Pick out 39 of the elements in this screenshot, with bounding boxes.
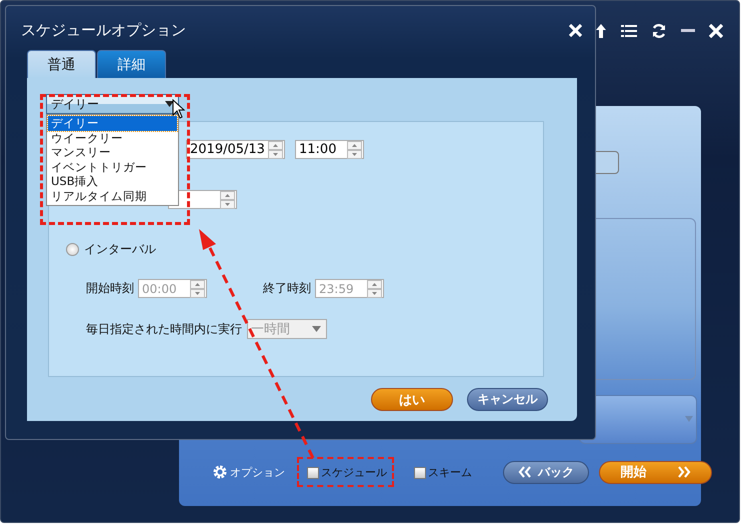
dropdown-option[interactable]: イベントトリガー xyxy=(48,160,177,174)
dropdown-arrow-icon xyxy=(312,326,321,332)
cancel-button[interactable]: キャンセル xyxy=(467,388,548,411)
radio-button[interactable] xyxy=(66,243,79,256)
chevron-left-icon xyxy=(518,466,532,478)
dropdown-option[interactable]: マンスリー xyxy=(48,145,177,160)
checkbox[interactable] xyxy=(307,466,319,478)
refresh-icon[interactable] xyxy=(651,23,667,39)
field-label: 終了時刻 xyxy=(263,280,311,297)
time-field[interactable]: 11:00 xyxy=(295,140,364,159)
dialog-title: スケジュールオプション xyxy=(21,20,186,40)
field-label: 毎日指定された時間内に実行 xyxy=(86,320,242,338)
checkbox-label: スケジュール xyxy=(321,465,387,480)
date-field[interactable]: 2019/05/13 xyxy=(186,140,285,159)
checkbox-label: スキーム xyxy=(428,465,472,480)
radio-label: インターバル xyxy=(84,241,156,258)
close-icon[interactable] xyxy=(709,24,723,38)
upload-icon[interactable] xyxy=(595,23,607,39)
dropdown-arrow-icon xyxy=(165,101,174,107)
time-field[interactable]: 23:59 xyxy=(315,279,384,298)
tab[interactable]: 詳細 xyxy=(97,50,166,78)
dropdown-option[interactable]: ウイークリー xyxy=(48,130,177,145)
close-icon[interactable] xyxy=(569,24,582,36)
dropdown-option[interactable]: デイリー xyxy=(48,116,177,130)
back-button[interactable]: バック xyxy=(503,460,589,484)
dropdown-option[interactable]: リアルタイム同期 xyxy=(48,188,177,203)
field-label: 開始時刻 xyxy=(86,280,134,297)
tab[interactable]: 普通 xyxy=(27,50,96,78)
checkbox[interactable] xyxy=(414,466,426,478)
option-link[interactable]: オプション xyxy=(230,464,285,480)
ok-button[interactable]: はい xyxy=(371,388,453,411)
start-button[interactable]: 開始 xyxy=(599,460,712,484)
chevron-right-icon xyxy=(676,466,690,478)
minimize-icon[interactable] xyxy=(681,29,695,33)
gear-icon[interactable] xyxy=(213,465,227,479)
dropdown-arrow-icon xyxy=(685,416,693,422)
time-field[interactable]: 00:00 xyxy=(138,279,207,298)
menu-icon[interactable] xyxy=(621,25,637,37)
dropdown-option[interactable]: USB挿入 xyxy=(48,174,177,188)
